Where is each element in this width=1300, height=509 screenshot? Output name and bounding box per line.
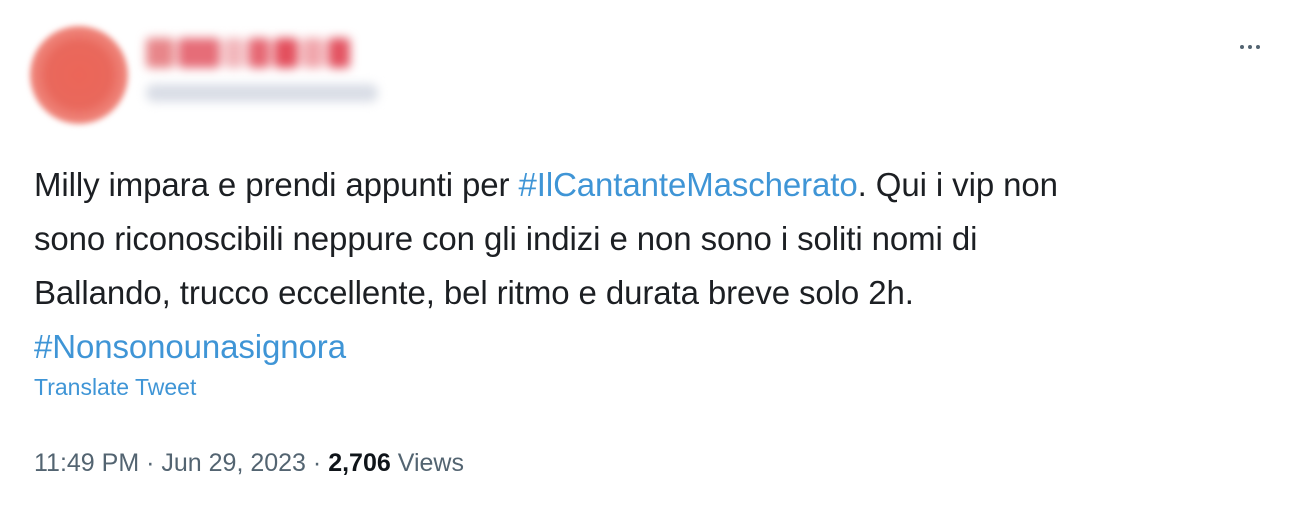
display-name-blurred[interactable] [146,38,372,72]
translate-tweet-link[interactable]: Translate Tweet [34,374,196,401]
views-count: 2,706 [328,449,391,477]
tweet-text-line: Milly impara e prendi appunti per #IlCan… [34,166,1058,203]
tweet-text-line: Ballando, trucco eccellente, bel ritmo e… [34,274,914,311]
separator: · [312,449,322,477]
hashtag-link[interactable]: #IlCantanteMascherato [519,166,858,203]
more-options-button[interactable] [1230,34,1270,60]
separator: · [146,449,155,477]
tweet-time[interactable]: 11:49 PM [34,449,139,477]
tweet-text: Milly impara e prendi appunti per #IlCan… [34,158,1274,374]
handle-blurred[interactable] [146,84,378,102]
avatar[interactable] [30,26,128,124]
tweet-card[interactable]: Milly impara e prendi appunti per #IlCan… [0,0,1300,509]
tweet-text-line: #Nonsonounasignora [34,320,1274,374]
more-horizontal-icon [1240,45,1260,49]
tweet-metadata: 11:49 PM · Jun 29, 2023 · 2,706 Views [34,449,464,478]
views-label: Views [397,449,464,477]
tweet-text-line: sono riconoscibili neppure con gli indiz… [34,220,978,257]
tweet-date[interactable]: Jun 29, 2023 [161,449,306,477]
hashtag-link[interactable]: #Nonsonounasignora [34,328,346,365]
